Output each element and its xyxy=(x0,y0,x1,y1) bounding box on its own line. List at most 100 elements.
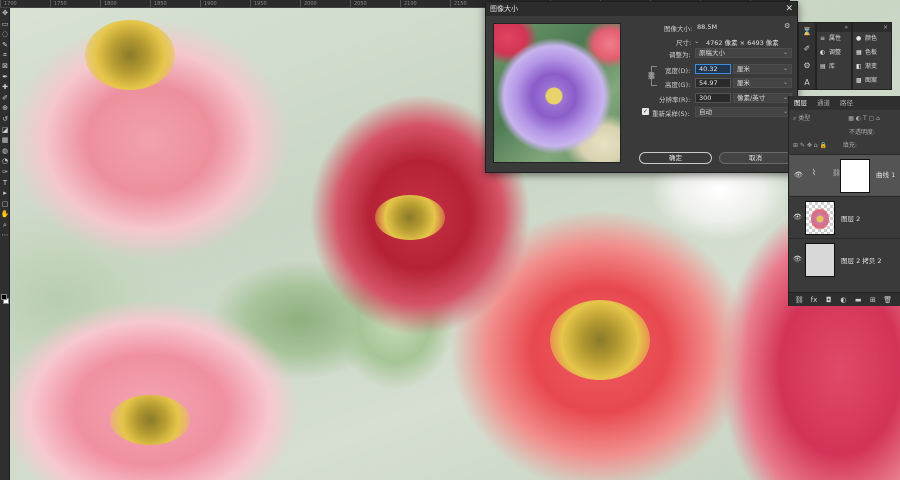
artboard-tool-icon[interactable]: ▭ xyxy=(0,19,10,30)
layer-name[interactable]: 图层 2 xyxy=(841,213,860,223)
close-icon[interactable]: × xyxy=(853,23,891,32)
move-tool-icon[interactable]: ✥ xyxy=(0,8,10,19)
folder-icon[interactable]: ▬ xyxy=(852,293,865,306)
link-icon[interactable]: ⛓ xyxy=(647,72,656,80)
zoom-tool-icon[interactable]: ⌕ xyxy=(0,220,10,231)
dodge-tool-icon[interactable]: ◔ xyxy=(0,156,10,167)
dimensions-value: 4762 像素 × 6493 像素 xyxy=(706,39,779,47)
eraser-tool-icon[interactable]: ◪ xyxy=(0,125,10,136)
height-unit: 厘米 xyxy=(737,79,750,87)
tab-layers-0[interactable]: 图层 xyxy=(789,96,812,110)
mask-icon[interactable]: ◘ xyxy=(822,293,835,306)
brush-settings-icon[interactable]: ✐ xyxy=(799,40,815,57)
resample-select[interactable]: 自动 ⌄ xyxy=(695,107,792,117)
tools-panel: ✥ ▭ ◌ ✎ ⌗ ⊠ ✒ ✚ ✐ ⊕ ↺ ◪ ▦ ◍ ◔ ✑ T ▸ ▢ ✋ ⌕ ⋯ xyxy=(0,8,10,480)
layer-row[interactable]: 👁 图层 2 拷贝 2 xyxy=(789,238,900,280)
adjustment-icon[interactable]: ⚙ xyxy=(799,57,815,74)
filter-icons[interactable]: ▦ ◐ T ▢ ⌂ xyxy=(848,115,880,122)
width-unit-select[interactable]: 厘米 ⌄ xyxy=(733,64,792,74)
eye-icon[interactable]: 👁 xyxy=(793,255,802,263)
foreground-color-swatch[interactable] xyxy=(1,294,7,300)
panel-item-label: 属性 xyxy=(829,35,842,42)
eye-icon[interactable]: 👁 xyxy=(794,171,803,179)
width-input[interactable]: 40.32 xyxy=(695,64,731,74)
dialog-title-bar[interactable]: 图像大小 ✕ xyxy=(486,2,797,16)
frame-tool-icon[interactable]: ⊠ xyxy=(0,61,10,72)
width-label: 宽度(D): xyxy=(665,67,691,75)
crop-tool-icon[interactable]: ⌗ xyxy=(0,50,10,61)
layers-panel-footer: ⛓ fx ◘ ◐ ▬ ⊞ 🗑 xyxy=(789,292,900,306)
panel-item[interactable]: ≡ 属性 xyxy=(817,32,851,46)
clone-stamp-tool-icon[interactable]: ⊕ xyxy=(0,103,10,114)
panel-item-label: 颜色 xyxy=(865,35,878,42)
cancel-button[interactable]: 取消 xyxy=(719,152,792,164)
resolution-label: 分辨率(R): xyxy=(659,96,691,104)
link-icon[interactable]: ⛓ xyxy=(793,293,806,306)
ruler-tick-label: 1750 xyxy=(50,0,100,7)
chevron-down-icon: ⌄ xyxy=(782,49,788,56)
layer-row[interactable]: 👁 图层 2 xyxy=(789,196,900,238)
history-brush-tool-icon[interactable]: ↺ xyxy=(0,114,10,125)
resolution-unit-select[interactable]: 像素/英寸 ⌄ xyxy=(733,93,792,103)
flower-thumbnail-art xyxy=(811,208,829,230)
layer-name[interactable]: 图层 2 拷贝 2 xyxy=(841,255,881,265)
dialog-title: 图像大小 xyxy=(490,5,518,13)
image-size-label: 图像大小: xyxy=(664,25,693,33)
panel-item-icon: ◧ xyxy=(856,63,862,70)
panel-item[interactable]: ▤ 库 xyxy=(817,60,851,74)
layer-name[interactable]: 曲线 1 xyxy=(876,171,895,179)
fit-to-select[interactable]: 原稿大小 ⌄ xyxy=(695,48,792,58)
history-icon[interactable]: ⌛ xyxy=(799,23,815,40)
type-tool-icon[interactable]: T xyxy=(0,178,10,189)
layer-thumbnail[interactable] xyxy=(805,201,835,235)
image-size-value: 88.5M xyxy=(697,23,718,31)
width-unit: 厘米 xyxy=(737,65,750,73)
chevron-down-icon[interactable]: ⌄ xyxy=(694,37,699,45)
gear-icon[interactable]: ⚙ xyxy=(784,22,790,30)
panel-item[interactable]: ▩ 图案 xyxy=(853,74,891,88)
gradient-tool-icon[interactable]: ▦ xyxy=(0,135,10,146)
tab-layers-1[interactable]: 通道 xyxy=(812,96,835,110)
blur-tool-icon[interactable]: ◍ xyxy=(0,146,10,157)
layer-mask-thumbnail[interactable] xyxy=(840,159,870,193)
opacity-row[interactable]: 不透明度: xyxy=(789,127,900,136)
brush-tool-icon[interactable]: ✐ xyxy=(0,93,10,104)
more-tools-icon[interactable]: ⋯ xyxy=(0,230,10,241)
image-preview[interactable] xyxy=(493,23,621,163)
eye-icon[interactable]: 👁 xyxy=(793,213,802,221)
spot-heal-tool-icon[interactable]: ✚ xyxy=(0,82,10,93)
character-icon[interactable]: A xyxy=(799,74,815,91)
panel-item[interactable]: ● 颜色 xyxy=(853,32,891,46)
pen-tool-icon[interactable]: ✑ xyxy=(0,167,10,178)
peony-center xyxy=(110,395,190,445)
height-unit-select[interactable]: 厘米 ⌄ xyxy=(733,78,792,88)
layer-thumbnail[interactable] xyxy=(805,243,835,277)
eyedropper-tool-icon[interactable]: ✒ xyxy=(0,72,10,83)
close-icon[interactable]: ✕ xyxy=(785,2,793,16)
path-select-tool-icon[interactable]: ▸ xyxy=(0,188,10,199)
quick-select-tool-icon[interactable]: ✎ xyxy=(0,40,10,51)
tab-layers-2[interactable]: 路径 xyxy=(835,96,858,110)
collapse-icon[interactable]: » xyxy=(817,23,851,32)
trash-icon[interactable]: 🗑 xyxy=(881,293,894,306)
resolution-input[interactable]: 300 xyxy=(695,93,731,103)
resolution-unit: 像素/英寸 xyxy=(737,94,766,102)
adjustment-layer-icon[interactable]: ◐ xyxy=(837,293,850,306)
lock-row[interactable]: ⊞ ✎ ✥ ⌂ 🔒 填充: xyxy=(789,140,900,149)
image-size-dialog: 图像大小 ✕ 图像大小: 88.5M ⚙ 尺寸: ⌄ 4762 像素 × 649… xyxy=(485,1,798,173)
rectangle-tool-icon[interactable]: ▢ xyxy=(0,199,10,210)
new-layer-icon[interactable]: ⊞ xyxy=(867,293,880,306)
hand-tool-icon[interactable]: ✋ xyxy=(0,209,10,220)
panel-item[interactable]: ◐ 调整 xyxy=(817,46,851,60)
resample-checkbox[interactable]: ✓ xyxy=(642,108,649,115)
ok-button[interactable]: 确定 xyxy=(639,152,712,164)
panel-item[interactable]: ◧ 渐变 xyxy=(853,60,891,74)
layer-row[interactable]: 👁 ⌇ ⛓ 曲线 1 xyxy=(789,154,900,196)
panel-item[interactable]: ▦ 色板 xyxy=(853,46,891,60)
layer-kind-filter: 类型 xyxy=(798,115,811,122)
layer-filter-row[interactable]: ⌕ 类型 ▦ ◐ T ▢ ⌂ xyxy=(789,113,900,123)
lock-icons[interactable]: ⊞ ✎ ✥ ⌂ 🔒 xyxy=(793,142,827,149)
fx-icon[interactable]: fx xyxy=(808,293,821,306)
lasso-tool-icon[interactable]: ◌ xyxy=(0,29,10,40)
height-input[interactable]: 54.97 xyxy=(695,78,731,88)
